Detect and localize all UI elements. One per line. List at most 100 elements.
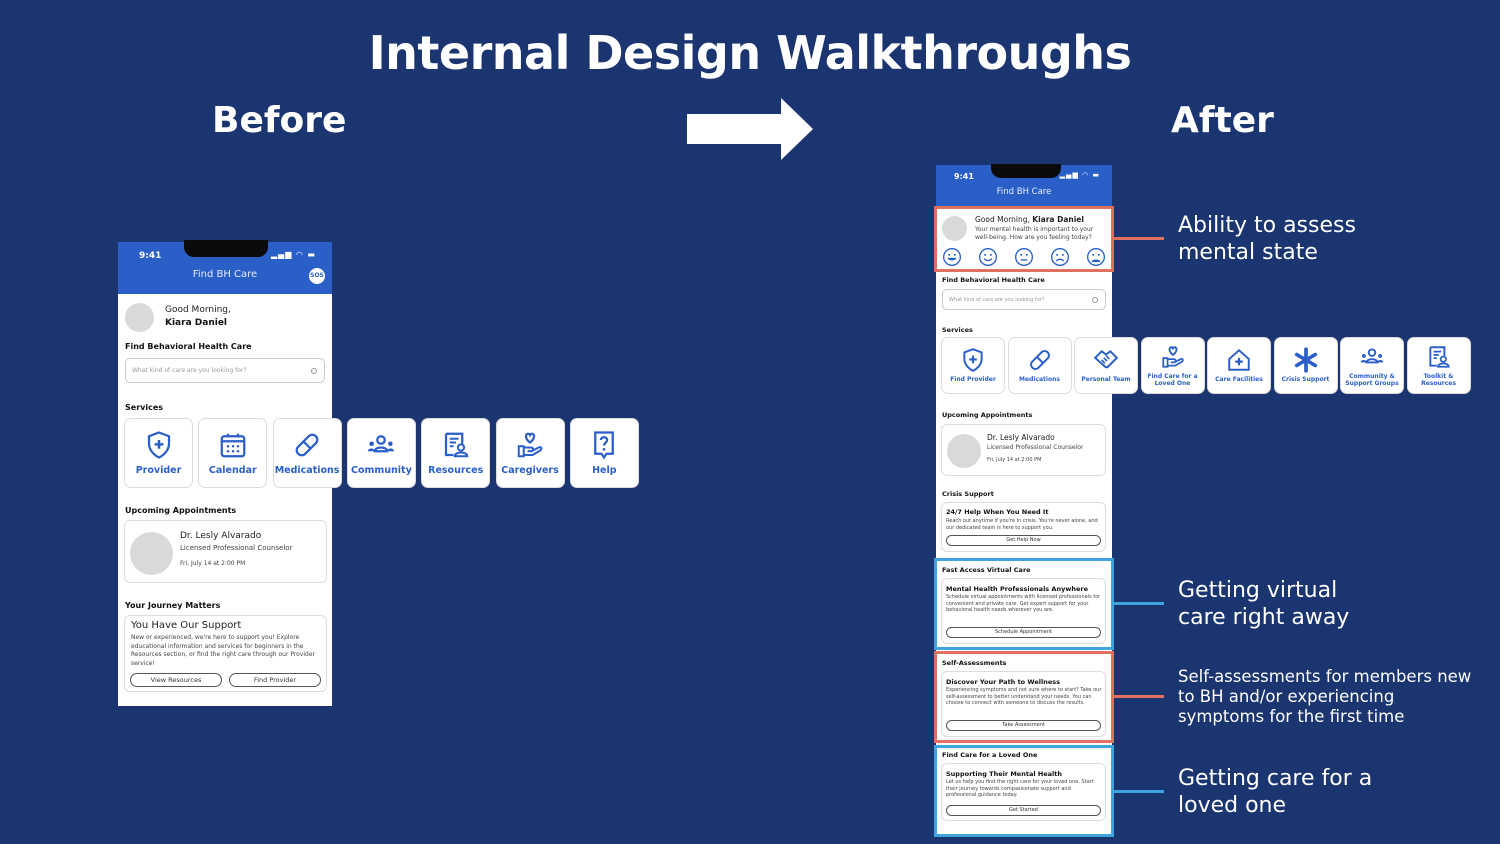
search-input[interactable]: What kind of care are you looking for? [942,289,1106,310]
before-phone: 9:41 ▂▄▆ ◠ ▬ Find BH Care SOS Good Morni… [118,240,639,706]
doctor-avatar [947,434,981,468]
service-label: Personal Team [1081,376,1131,384]
services-heading: Services [942,326,973,334]
journey-body: New or experienced, we're here to suppor… [131,634,316,667]
crisis-body: Reach out anytime if you're in crisis. Y… [946,518,1098,531]
service-tile-care-facilities[interactable]: Care Facilities [1207,337,1271,394]
service-label: Caregivers [501,465,559,477]
doctor-avatar [130,532,173,575]
highlight-mood [934,206,1114,272]
app-header: 9:41 ▂▄▆ ◠ ▬ Find BH Care SOS [118,240,332,294]
service-tile-find-provider[interactable]: Find Provider [941,337,1005,394]
status-time: 9:41 [954,172,974,181]
status-time: 9:41 [139,251,162,261]
services-heading: Services [125,403,164,412]
question-bubble-icon [589,430,619,460]
appointments-heading: Upcoming Appointments [942,411,1033,419]
arrow-right-icon [687,98,813,160]
crisis-card: 24/7 Help When You Need It Reach out any… [941,502,1106,552]
service-tile-toolkit-resources[interactable]: Toolkit & Resources [1406,337,1471,394]
service-tile-caregivers[interactable]: Caregivers [495,418,565,488]
hand-heart-icon [1160,344,1186,370]
avatar [125,303,154,332]
annotation-assessment: Self-assessments for members new to BH a… [1178,667,1472,726]
crisis-title: 24/7 Help When You Need It [946,508,1049,516]
search-placeholder: What kind of care are you looking for? [949,296,1045,303]
highlight-loved-one [934,745,1114,837]
doctor-role: Licensed Professional Counselor [180,544,293,552]
status-icons: ▂▄▆ ◠ ▬ [270,250,316,259]
service-tile-community[interactable]: Community [346,418,416,488]
service-label: Find Care for a Loved One [1147,373,1198,387]
annotation-virtual: Getting virtual care right away [1178,578,1350,630]
calendar-icon [218,430,248,460]
service-tile-personal-team[interactable]: Personal Team [1074,337,1138,394]
highlight-assessment [934,651,1114,743]
appointments-heading: Upcoming Appointments [125,506,237,515]
highlight-virtual [934,558,1114,650]
house-plus-icon [1226,347,1252,373]
slide-title: Internal Design Walkthroughs [368,26,1132,80]
people-icon [366,430,396,460]
service-label: Help [592,465,617,477]
service-tile-community-support-groups[interactable]: Community & Support Groups [1340,337,1404,394]
service-tile-medications[interactable]: Medications [1007,337,1072,394]
view-resources-button[interactable]: View Resources [130,673,222,687]
service-tile-help[interactable]: Help [569,418,639,488]
people-icon [1359,344,1385,370]
service-label: Find Provider [950,376,996,384]
pill-icon [1027,347,1053,373]
service-label: Care Facilities [1215,376,1263,384]
find-provider-button[interactable]: Find Provider [229,673,321,687]
service-tile-resources[interactable]: Resources [421,418,491,488]
header-title: Find BH Care [996,187,1052,197]
journey-title: You Have Our Support [131,620,242,631]
service-tile-find-care-for-a-loved-one[interactable]: Find Care for a Loved One [1140,337,1205,394]
service-label: Medications [274,465,340,477]
service-label: Provider [135,465,182,477]
greeting: Good Morning, [165,305,231,315]
find-heading: Find Behavioral Health Care [942,276,1045,284]
journey-heading: Your Journey Matters [125,601,221,610]
crisis-heading: Crisis Support [942,490,994,498]
service-tile-provider[interactable]: Provider [124,418,193,488]
handshake-icon [1093,347,1119,373]
appointment-card[interactable]: Dr. Lesly Alvarado Licensed Professional… [941,424,1106,476]
service-tile-crisis-support[interactable]: Crisis Support [1273,337,1338,394]
search-icon [311,367,317,374]
appointment-card[interactable]: Dr. Lesly Alvarado Licensed Professional… [124,520,327,583]
service-label: Toolkit & Resources [1421,373,1456,387]
service-label: Community [350,465,412,477]
get-help-now-button[interactable]: Get Help Now [946,535,1101,546]
user-name: Kiara Daniel [165,318,228,328]
service-label: Resources [428,465,484,477]
find-heading: Find Behavioral Health Care [125,342,252,351]
service-label: Calendar [208,465,257,477]
phone-notch [991,164,1061,178]
after-label: After [1171,100,1274,141]
sos-button[interactable]: SOS [309,268,325,284]
connector-mood [1114,237,1164,240]
service-tile-medications[interactable]: Medications [272,418,342,488]
document-person-icon [441,430,471,460]
document-person-icon [1426,344,1452,370]
appointment-time: Fri, July 14 at 2:00 PM [987,457,1042,463]
app-header: 9:41 ▂▄▆ ◠ ▬ Find BH Care [936,164,1112,207]
status-icons: ▂▄▆ ◠ ▬ [1059,171,1100,179]
search-input[interactable]: What kind of care are you looking for? [125,358,325,383]
connector-loved-one [1114,790,1164,793]
connector-assessment [1114,695,1164,698]
phone-notch [184,240,268,257]
connector-virtual [1114,602,1164,605]
annotation-mood: Ability to assess mental state [1178,213,1356,265]
journey-card: You Have Our Support New or experienced,… [124,615,327,692]
service-label: Community & Support Groups [1345,373,1399,387]
service-label: Crisis Support [1281,376,1330,384]
pill-icon [292,430,322,460]
annotation-loved-one: Getting care for a loved one [1178,766,1373,818]
service-tile-calendar[interactable]: Calendar [198,418,268,488]
doctor-role: Licensed Professional Counselor [987,444,1084,451]
header-title: Find BH Care [192,269,258,280]
search-icon [1092,296,1098,303]
search-placeholder: What kind of care are you looking for? [132,367,247,374]
